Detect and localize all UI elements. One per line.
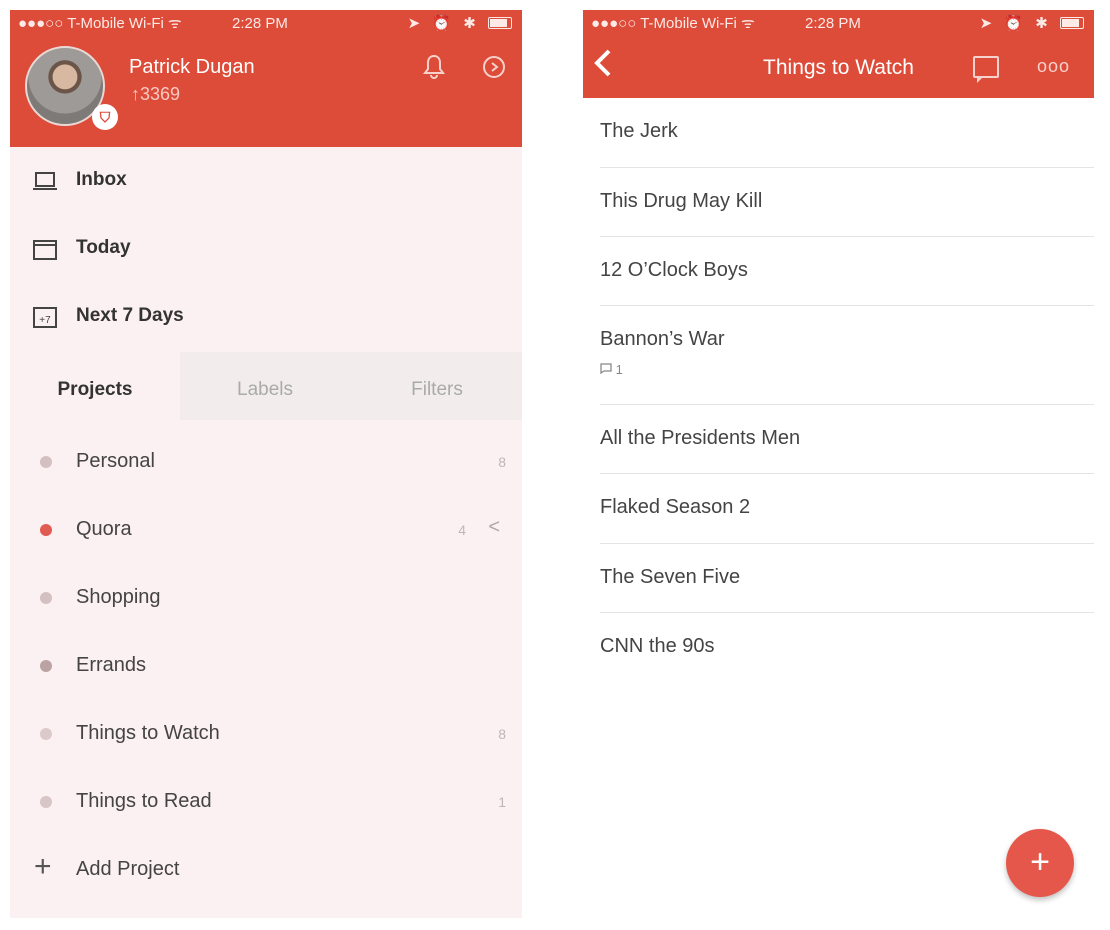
page-title: Things to Watch [763,56,914,79]
project-color-dot [40,592,52,604]
project-item-things-to-read[interactable]: Things to Read 1 [10,760,522,828]
comment-small-icon [600,363,612,375]
project-item-personal[interactable]: Personal 8 [10,420,522,488]
add-task-button[interactable]: + [1006,829,1074,897]
project-name: Shopping [76,586,161,608]
nav-next-7-days-label: Next 7 Days [76,305,184,326]
project-count: 8 [498,726,506,742]
inbox-icon [32,169,58,193]
profile-name: Patrick Dugan [129,56,255,78]
task-item[interactable]: The Jerk [600,98,1094,168]
task-title: 12 O’Clock Boys [600,259,748,281]
tab-filters[interactable]: Filters [352,352,522,420]
comment-count: 1 [600,362,623,377]
more-icon[interactable]: ooo [1037,56,1070,77]
task-title: The Seven Five [600,566,741,588]
project-item-quora[interactable]: Quora 4 < [10,488,522,556]
add-project-button[interactable]: + Add Project [10,828,522,896]
task-title: CNN the 90s [600,635,715,657]
project-color-dot [40,660,52,672]
project-color-dot [40,728,52,740]
task-item[interactable]: Flaked Season 2 [600,474,1094,544]
project-count: 1 [498,794,506,810]
premium-badge-icon: ⛉ [92,104,118,130]
project-item-shopping[interactable]: Shopping [10,556,522,624]
task-title: Bannon’s War [600,328,725,350]
task-item[interactable]: All the Presidents Men [600,405,1094,474]
project-name: Quora [76,518,132,540]
project-count: 4 [458,522,466,538]
plus-icon: + [34,850,52,883]
bell-icon[interactable] [422,54,446,87]
project-color-dot [40,524,52,536]
project-item-things-to-watch[interactable]: Things to Watch 8 [10,692,522,760]
status-indicators: ➤ ⏰ ✱ [408,10,512,38]
svg-text:+7: +7 [39,315,51,326]
calendar-icon [32,237,58,261]
carrier-label: ●●●○○ T-Mobile Wi-Fi ᯤ [18,15,182,32]
battery-icon [488,17,512,30]
task-item[interactable]: Bannon’s War 1 [600,306,1094,405]
status-bar: ●●●○○ T-Mobile Wi-Fi ᯤ 2:28 PM ➤ ⏰ ✱ [583,10,1094,38]
navigation-drawer: ●●●○○ T-Mobile Wi-Fi ᯤ 2:28 PM ➤ ⏰ ✱ ⛉ P… [10,10,522,918]
tab-labels[interactable]: Labels [180,352,350,420]
nav-inbox-label: Inbox [76,169,127,190]
nav-next-7-days[interactable]: +7 Next 7 Days [10,283,522,351]
task-title: The Jerk [600,120,678,142]
task-item[interactable]: CNN the 90s [600,613,1094,682]
profile-header: ●●●○○ T-Mobile Wi-Fi ᯤ 2:28 PM ➤ ⏰ ✱ ⛉ P… [10,10,522,147]
carrier-label: ●●●○○ T-Mobile Wi-Fi ᯤ [591,15,755,32]
project-color-dot [40,456,52,468]
task-title: Flaked Season 2 [600,496,751,518]
status-indicators: ➤ ⏰ ✱ [980,10,1084,38]
next-7-days-icon: +7 [32,305,58,329]
chevron-left-icon[interactable]: < [488,516,500,539]
settings-icon[interactable] [482,55,506,86]
task-item[interactable]: 12 O’Clock Boys [600,237,1094,306]
clock: 2:28 PM [805,15,861,32]
comment-icon[interactable] [973,56,999,83]
project-header: ●●●○○ T-Mobile Wi-Fi ᯤ 2:28 PM ➤ ⏰ ✱ Thi… [583,10,1094,98]
nav-today-label: Today [76,237,131,258]
task-item[interactable]: The Seven Five [600,544,1094,613]
add-project-label: Add Project [76,858,180,880]
project-color-dot [40,796,52,808]
task-title: This Drug May Kill [600,190,763,212]
drawer-tabs: Projects Labels Filters [10,352,522,420]
clock: 2:28 PM [232,15,288,32]
project-count: 8 [498,454,506,470]
battery-icon [1060,17,1084,30]
task-item[interactable]: This Drug May Kill [600,168,1094,237]
task-title: All the Presidents Men [600,427,801,449]
tab-projects[interactable]: Projects [10,352,180,420]
project-view: ●●●○○ T-Mobile Wi-Fi ᯤ 2:28 PM ➤ ⏰ ✱ Thi… [583,10,1094,918]
project-name: Personal [76,450,155,472]
nav-inbox[interactable]: Inbox [10,147,522,215]
project-name: Errands [76,654,147,676]
project-name: Things to Read [76,790,212,812]
nav-today[interactable]: Today [10,215,522,283]
project-item-errands[interactable]: Errands [10,624,522,692]
status-bar: ●●●○○ T-Mobile Wi-Fi ᯤ 2:28 PM ➤ ⏰ ✱ [10,10,522,38]
project-name: Things to Watch [76,722,220,744]
karma-score: ↑3369 [131,84,181,104]
